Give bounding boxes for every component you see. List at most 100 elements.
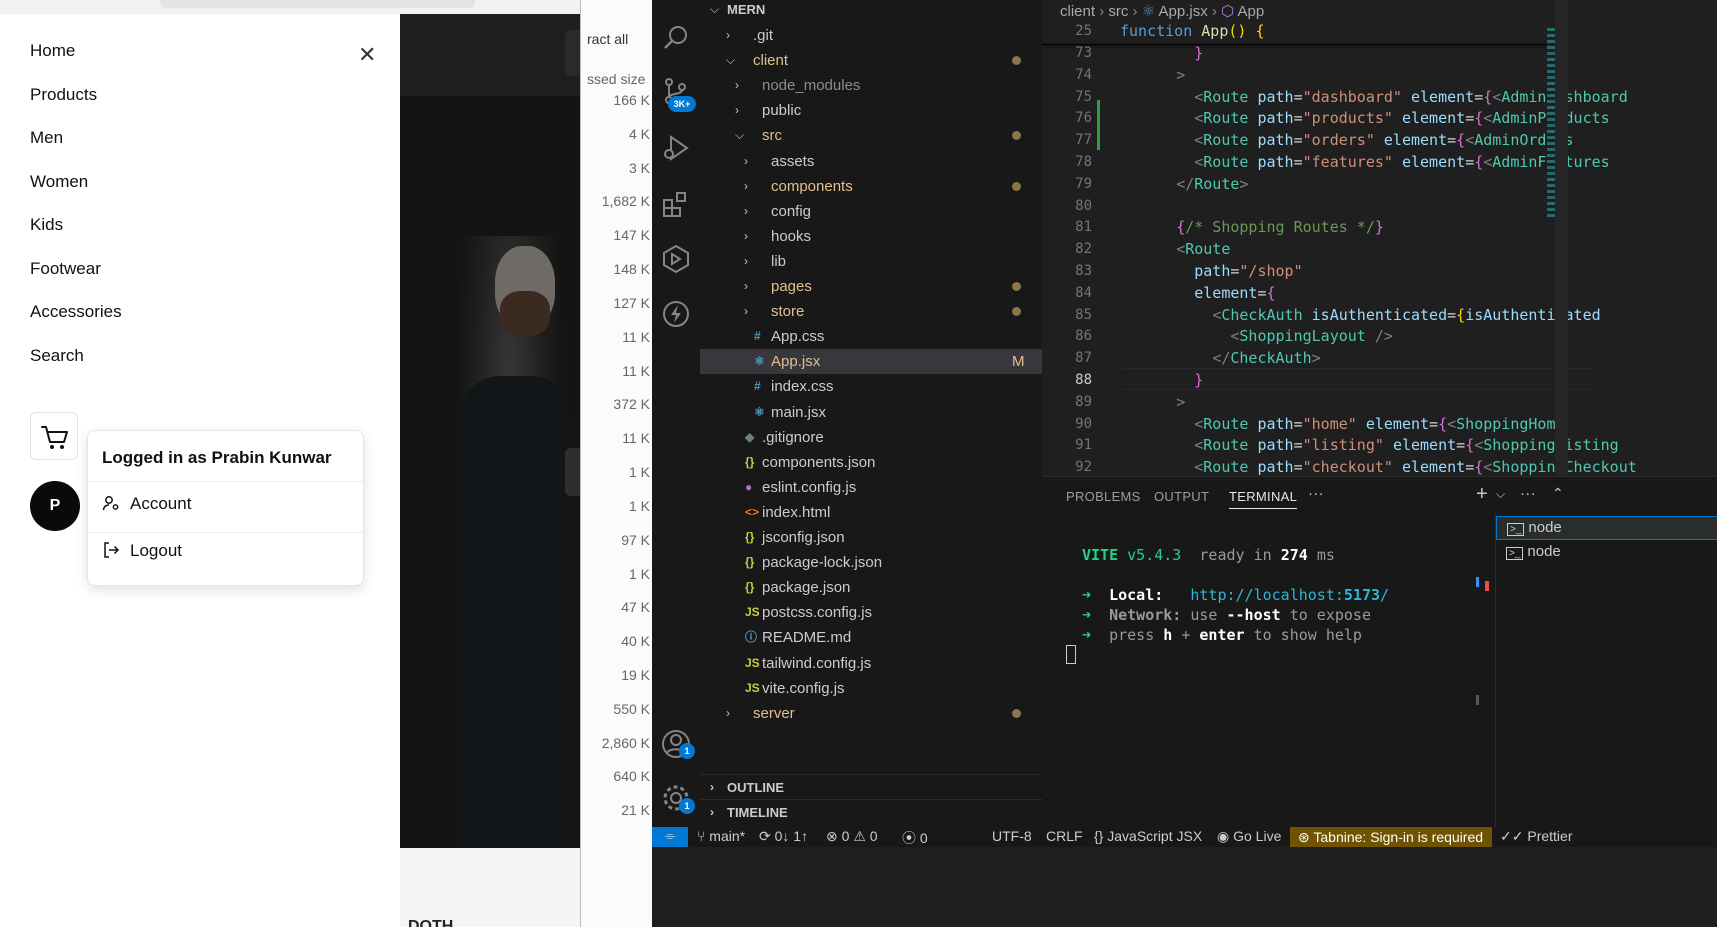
panel-more-icon[interactable]: ···	[1520, 485, 1536, 502]
terminal-instance[interactable]: >_ node	[1506, 543, 1561, 560]
tree-item-hooks[interactable]: › hooks	[700, 224, 1042, 249]
tree-item-gitignore[interactable]: ◆ .gitignore	[700, 425, 1042, 450]
tree-item-label: .git	[753, 27, 774, 44]
remote-explorer-icon[interactable]	[660, 243, 692, 275]
lightning-icon[interactable]	[660, 298, 692, 330]
extract-all-button[interactable]: ract all	[587, 31, 628, 47]
minimap[interactable]	[1547, 28, 1555, 218]
nav-item-products[interactable]: Products	[30, 85, 97, 105]
encoding-indicator[interactable]: UTF-8	[992, 828, 1032, 844]
branch-indicator[interactable]: ⑂ main*	[697, 828, 745, 844]
more-actions-icon[interactable]: ···	[1308, 485, 1324, 502]
terminal-instance[interactable]: >_ node	[1496, 516, 1717, 540]
breadcrumb-item[interactable]: src	[1108, 3, 1128, 20]
address-bar[interactable]	[160, 0, 475, 8]
search-icon[interactable]	[660, 22, 692, 54]
tree-item-index-css[interactable]: # index.css	[700, 374, 1042, 399]
code-line[interactable]: <Route path="home" element={<ShoppingHom…	[1122, 415, 1564, 433]
tree-item-node-modules[interactable]: › node_modules	[700, 73, 1042, 98]
tree-item-public[interactable]: › public	[700, 98, 1042, 123]
tree-item-src[interactable]: ⌵ src	[700, 123, 1042, 148]
extensions-icon[interactable]	[660, 188, 692, 220]
chevron-up-icon[interactable]: ⌃	[1552, 485, 1564, 502]
prettier-status[interactable]: ✓✓ Prettier	[1500, 828, 1572, 845]
eol-indicator[interactable]: CRLF	[1046, 828, 1083, 844]
tree-item-git[interactable]: › .git	[700, 23, 1042, 48]
code-line[interactable]: <Route path="features" element={<AdminFe…	[1122, 153, 1609, 171]
tree-item-vite-config-js[interactable]: JS vite.config.js	[700, 676, 1042, 701]
tree-item-readme-md[interactable]: ⓘ README.md	[700, 625, 1042, 650]
chevron-down-icon[interactable]: ⌵	[1496, 487, 1505, 502]
compressed-size-cell: 11 K	[622, 329, 650, 345]
breadcrumb-item[interactable]: App.jsx	[1159, 3, 1208, 20]
nav-item-men[interactable]: Men	[30, 128, 63, 148]
outline-section[interactable]: › OUTLINE	[700, 774, 1042, 799]
problems-indicator[interactable]: ⊗ 0 ⚠ 0	[826, 828, 878, 845]
code-line[interactable]: </Route>	[1122, 175, 1248, 193]
tab-output[interactable]: OUTPUT	[1154, 489, 1209, 504]
account-menu-item[interactable]: Account	[102, 494, 191, 514]
tree-item-postcss-config-js[interactable]: JS postcss.config.js	[700, 600, 1042, 625]
tree-item-package-lock-json[interactable]: {} package-lock.json	[700, 550, 1042, 575]
tree-item-jsconfig-json[interactable]: {} jsconfig.json	[700, 525, 1042, 550]
code-line[interactable]: <ShoppingLayout />	[1122, 327, 1393, 345]
breadcrumb-item[interactable]: client	[1060, 3, 1095, 20]
code-line[interactable]: <Route path="listing" element={<Shopping…	[1122, 436, 1618, 454]
terminal-scrollbar[interactable]	[1476, 695, 1479, 705]
code-line[interactable]: <Route	[1122, 240, 1230, 258]
nav-item-women[interactable]: Women	[30, 172, 88, 192]
tree-item-client[interactable]: ⌵ client	[700, 48, 1042, 73]
cart-button[interactable]	[30, 412, 78, 460]
tree-item-assets[interactable]: › assets	[700, 149, 1042, 174]
code-line[interactable]: <Route path="products" element={<AdminPr…	[1122, 109, 1609, 127]
tab-problems[interactable]: PROBLEMS	[1066, 489, 1141, 504]
close-icon[interactable]: ✕	[358, 42, 376, 68]
go-live-button[interactable]: ◉ Go Live	[1217, 828, 1281, 845]
tabnine-status[interactable]: ⊛ Tabnine: Sign-in is required	[1290, 827, 1492, 847]
tree-item-server[interactable]: › server	[700, 701, 1042, 726]
nav-item-kids[interactable]: Kids	[30, 215, 63, 235]
tree-item-eslint-config-js[interactable]: ● eslint.config.js	[700, 475, 1042, 500]
editor-scrollbar[interactable]	[1555, 0, 1568, 475]
code-line[interactable]: >	[1122, 66, 1185, 84]
tree-item-config[interactable]: › config	[700, 199, 1042, 224]
nav-item-search[interactable]: Search	[30, 346, 84, 366]
tree-item-components-json[interactable]: {} components.json	[700, 450, 1042, 475]
tree-item-tailwind-config-js[interactable]: JS tailwind.config.js	[700, 651, 1042, 676]
compressed-size-column-header[interactable]: ssed size	[587, 71, 645, 87]
breadcrumb-item[interactable]: App	[1238, 3, 1265, 20]
language-indicator[interactable]: {} JavaScript JSX	[1094, 828, 1202, 844]
code-line[interactable]: element={	[1122, 284, 1275, 302]
tree-item-app-css[interactable]: # App.css	[700, 324, 1042, 349]
code-line[interactable]: }	[1122, 44, 1203, 62]
code-editor[interactable]: client › src › ⚛ App.jsx › ⬡ App 25 func…	[1042, 0, 1717, 475]
workspace-root[interactable]: ⌵ MERN	[700, 0, 1042, 22]
user-avatar[interactable]: P	[30, 481, 80, 531]
tree-item-index-html[interactable]: <> index.html	[700, 500, 1042, 525]
tree-item-package-json[interactable]: {} package.json	[700, 575, 1042, 600]
tree-item-app-jsx[interactable]: ⚛ App.jsx M	[700, 349, 1042, 375]
ports-indicator[interactable]: ⦿ 0	[902, 828, 928, 848]
tab-terminal[interactable]: TERMINAL	[1229, 489, 1298, 509]
sync-indicator[interactable]: ⟳ 0↓ 1↑	[759, 828, 808, 845]
tree-item-label: vite.config.js	[762, 679, 845, 697]
code-line[interactable]: {/* Shopping Routes */}	[1122, 218, 1384, 236]
nav-item-home[interactable]: Home	[30, 41, 75, 61]
tree-item-pages[interactable]: › pages	[700, 274, 1042, 299]
code-line[interactable]: path="/shop"	[1122, 262, 1302, 280]
nav-item-footwear[interactable]: Footwear	[30, 259, 101, 279]
code-line[interactable]: >	[1122, 393, 1185, 411]
run-debug-icon[interactable]	[660, 132, 692, 164]
tree-item-main-jsx[interactable]: ⚛ main.jsx	[700, 400, 1042, 425]
logout-menu-item[interactable]: Logout	[102, 541, 182, 561]
tree-item-store[interactable]: › store	[700, 299, 1042, 324]
timeline-section[interactable]: › TIMELINE	[700, 799, 1042, 824]
tree-item-lib[interactable]: › lib	[700, 249, 1042, 274]
code-line[interactable]: <CheckAuth isAuthenticated={isAuthentica…	[1122, 306, 1600, 324]
new-terminal-icon[interactable]: +	[1476, 483, 1488, 506]
code-line[interactable]: </CheckAuth>	[1122, 349, 1320, 367]
remote-indicator-icon[interactable]: ⌯	[652, 827, 688, 847]
code-line[interactable]: <Route path="orders" element={<AdminOrde…	[1122, 131, 1573, 149]
tree-item-components[interactable]: › components	[700, 174, 1042, 199]
nav-item-accessories[interactable]: Accessories	[30, 302, 122, 322]
